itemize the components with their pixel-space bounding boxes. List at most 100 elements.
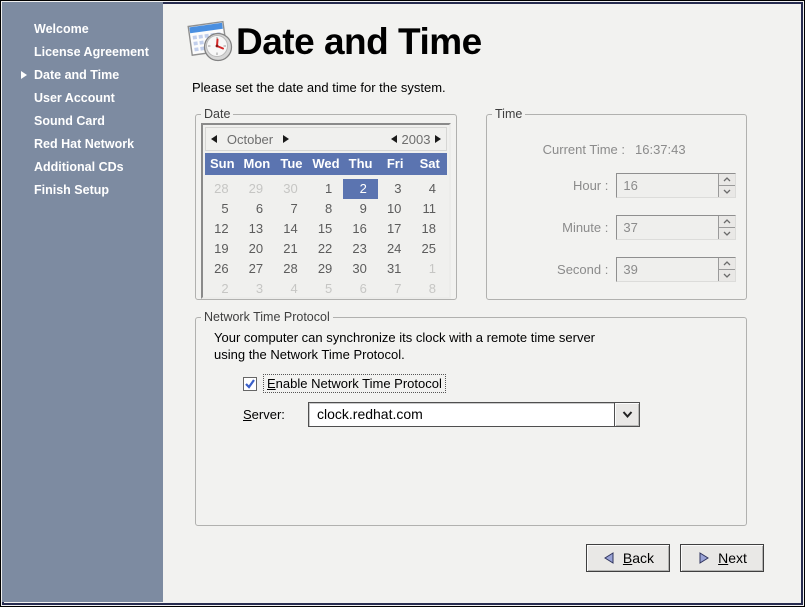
- calendar-day[interactable]: 7: [274, 199, 309, 219]
- calendar-day[interactable]: 3: [240, 279, 275, 299]
- weekday-sun: Sun: [205, 153, 240, 175]
- calendar-day[interactable]: 13: [240, 219, 275, 239]
- hour-spin-down-icon[interactable]: [719, 186, 735, 197]
- back-arrow-icon: [602, 551, 616, 565]
- calendar-day[interactable]: 26: [205, 259, 240, 279]
- calendar-day[interactable]: 16: [343, 219, 378, 239]
- calendar-day[interactable]: 11: [412, 199, 447, 219]
- calendar-day[interactable]: 4: [274, 279, 309, 299]
- calendar-day[interactable]: 21: [274, 239, 309, 259]
- calendar-day[interactable]: 29: [240, 179, 275, 199]
- calendar-day[interactable]: 19: [205, 239, 240, 259]
- calendar-day[interactable]: 15: [309, 219, 344, 239]
- server-dropdown-button[interactable]: [614, 403, 639, 426]
- sidebar-item-label: Additional CDs: [34, 160, 124, 174]
- weekday-fri: Fri: [378, 153, 413, 175]
- next-year-arrow-icon[interactable]: [435, 135, 441, 143]
- sidebar-item-red-hat-network[interactable]: Red Hat Network: [2, 133, 163, 156]
- sidebar-item-sound-card[interactable]: Sound Card: [2, 110, 163, 133]
- calendar-day[interactable]: 6: [343, 279, 378, 299]
- calendar-day[interactable]: 12: [205, 219, 240, 239]
- calendar-day[interactable]: 25: [412, 239, 447, 259]
- time-group-label: Time: [492, 107, 525, 121]
- current-time-label: Current Time :: [487, 142, 625, 157]
- calendar-day[interactable]: 5: [309, 279, 344, 299]
- calendar-day[interactable]: 8: [412, 279, 447, 299]
- calendar-day[interactable]: 8: [309, 199, 344, 219]
- next-button[interactable]: Next: [680, 544, 764, 572]
- sidebar-item-license-agreement[interactable]: License Agreement: [2, 41, 163, 64]
- calendar-day-grid: 2829301234567891011121314151617181920212…: [205, 179, 447, 299]
- minute-label: Minute :: [487, 220, 608, 235]
- calendar-day[interactable]: 29: [309, 259, 344, 279]
- next-month-arrow-icon[interactable]: [283, 135, 289, 143]
- calendar-day[interactable]: 1: [412, 259, 447, 279]
- ntp-group-label: Network Time Protocol: [201, 310, 333, 324]
- calendar-day[interactable]: 1: [309, 179, 344, 199]
- enable-ntp-checkbox[interactable]: [243, 377, 257, 391]
- enable-ntp-checkbox-label[interactable]: Enable Network Time Protocol: [263, 374, 446, 393]
- calendar-day[interactable]: 20: [240, 239, 275, 259]
- second-spin-down-icon[interactable]: [719, 270, 735, 281]
- back-button-label: Back: [623, 550, 654, 566]
- minute-value[interactable]: 37: [617, 216, 718, 239]
- weekday-wed: Wed: [309, 153, 344, 175]
- calendar-day[interactable]: 14: [274, 219, 309, 239]
- calendar-day[interactable]: 17: [378, 219, 413, 239]
- minute-spinner[interactable]: 37: [616, 215, 736, 240]
- calendar-day[interactable]: 23: [343, 239, 378, 259]
- calendar-day[interactable]: 27: [240, 259, 275, 279]
- second-label: Second :: [487, 262, 608, 277]
- minute-spin-down-icon[interactable]: [719, 228, 735, 239]
- calendar-day[interactable]: 7: [378, 279, 413, 299]
- calendar-header: October 2003: [205, 127, 447, 151]
- setup-agent-window: Welcome License Agreement Date and Time Use…: [0, 0, 805, 607]
- ntp-description-line2: using the Network Time Protocol.: [214, 347, 405, 362]
- calendar-day[interactable]: 6: [240, 199, 275, 219]
- calendar-day[interactable]: 9: [343, 199, 378, 219]
- sidebar-item-user-account[interactable]: User Account: [2, 87, 163, 110]
- sidebar-item-welcome[interactable]: Welcome: [2, 18, 163, 41]
- calendar-day[interactable]: 28: [274, 259, 309, 279]
- calendar-day[interactable]: 30: [343, 259, 378, 279]
- calendar-day[interactable]: 10: [378, 199, 413, 219]
- current-time-value: 16:37:43: [635, 142, 686, 157]
- calendar-day[interactable]: 5: [205, 199, 240, 219]
- calendar-day[interactable]: 24: [378, 239, 413, 259]
- server-input[interactable]: clock.redhat.com: [309, 403, 614, 426]
- sidebar-item-label: License Agreement: [34, 45, 149, 59]
- calendar-day[interactable]: 31: [378, 259, 413, 279]
- calendar: October 2003 SunMonTueWedThuFriSat 28293…: [201, 123, 451, 299]
- calendar-day-selected[interactable]: 2: [343, 179, 378, 199]
- calendar-day[interactable]: 2: [205, 279, 240, 299]
- calendar-day[interactable]: 28: [205, 179, 240, 199]
- hour-spinner[interactable]: 16: [616, 173, 736, 198]
- second-value[interactable]: 39: [617, 258, 718, 281]
- calendar-day[interactable]: 30: [274, 179, 309, 199]
- current-step-arrow-icon: [21, 71, 27, 79]
- second-spinner[interactable]: 39: [616, 257, 736, 282]
- minute-spin-up-icon[interactable]: [719, 216, 735, 228]
- calendar-day[interactable]: 22: [309, 239, 344, 259]
- ntp-group: Network Time Protocol Your computer can …: [195, 317, 747, 526]
- sidebar-item-date-and-time[interactable]: Date and Time: [2, 64, 163, 87]
- back-button[interactable]: Back: [586, 544, 670, 572]
- weekday-tue: Tue: [274, 153, 309, 175]
- hour-value[interactable]: 16: [617, 174, 718, 197]
- calendar-day[interactable]: 4: [412, 179, 447, 199]
- ntp-description-line1: Your computer can synchronize its clock …: [214, 330, 595, 345]
- sidebar-item-label: User Account: [34, 91, 115, 105]
- sidebar-item-additional-cds[interactable]: Additional CDs: [2, 156, 163, 179]
- page-title: Date and Time: [236, 21, 482, 63]
- second-spin-up-icon[interactable]: [719, 258, 735, 270]
- calendar-day[interactable]: 3: [378, 179, 413, 199]
- next-arrow-icon: [697, 551, 711, 565]
- sidebar-item-label: Date and Time: [34, 68, 119, 82]
- calendar-weekday-header: SunMonTueWedThuFriSat: [205, 153, 447, 175]
- weekday-thu: Thu: [343, 153, 378, 175]
- calendar-day[interactable]: 18: [412, 219, 447, 239]
- hour-spin-up-icon[interactable]: [719, 174, 735, 186]
- calendar-year-label: 2003: [397, 132, 435, 147]
- sidebar-item-finish-setup[interactable]: Finish Setup: [2, 179, 163, 202]
- date-group-label: Date: [201, 107, 233, 121]
